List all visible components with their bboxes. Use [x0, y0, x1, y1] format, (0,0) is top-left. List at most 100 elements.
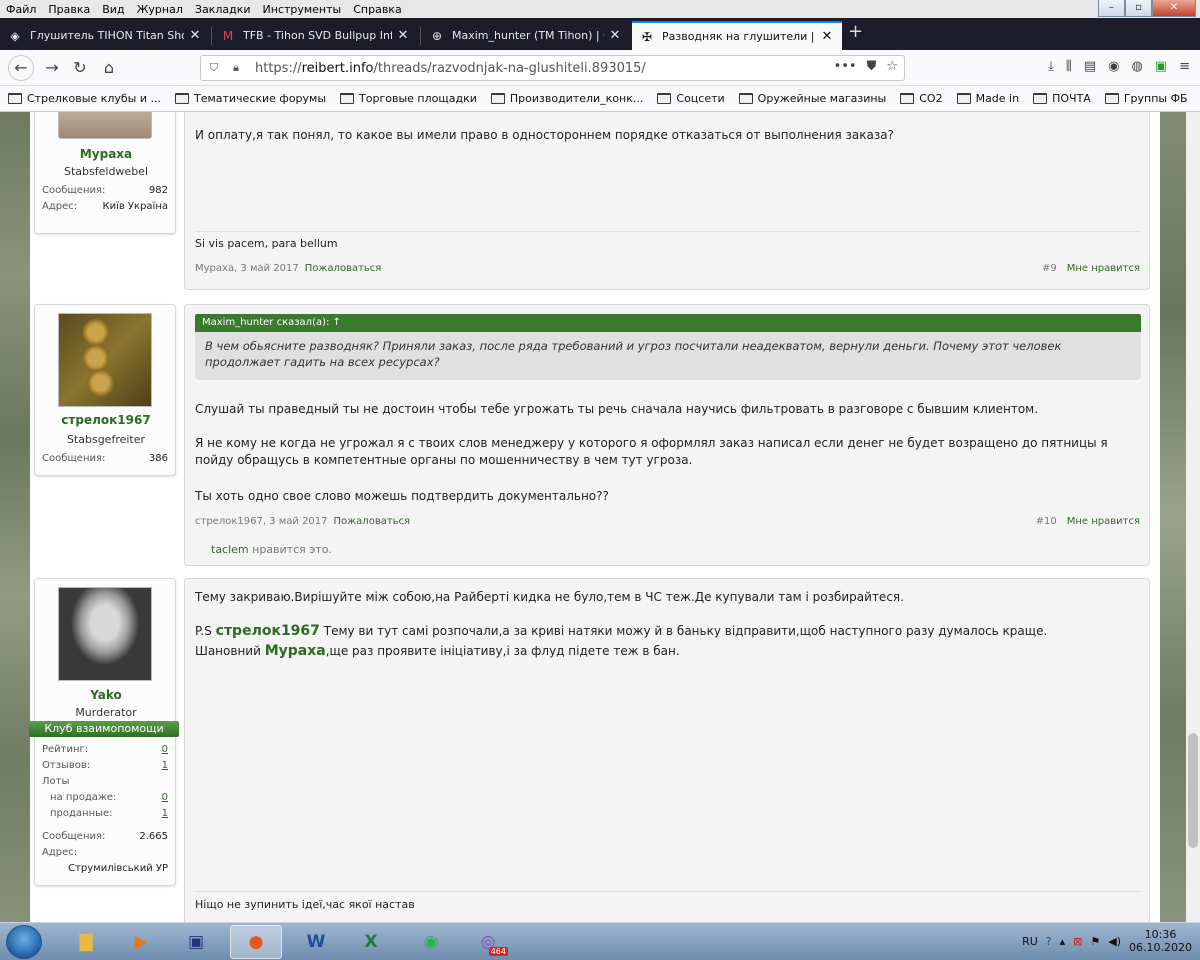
liker-link[interactable]: taclem	[211, 543, 249, 556]
account-icon[interactable]: ◉	[1108, 59, 1119, 74]
tab-tihon-titan[interactable]: ◈ Глушитель TIHON Titan Shot ✕	[0, 21, 210, 50]
bookmark-folder[interactable]: Производители_конк...	[490, 92, 643, 105]
likes-summary: taclem нравится это.	[211, 543, 332, 556]
close-tab-icon[interactable]: ✕	[396, 28, 410, 43]
bookmark-folder[interactable]: Made in	[956, 92, 1019, 105]
username[interactable]: Yako	[35, 688, 177, 702]
folder-icon	[1033, 93, 1048, 104]
address-bar[interactable]: ⛉ 🔒︎ https://reibert.info/threads/razvod…	[200, 55, 905, 81]
menu-bookmarks[interactable]: Закладки	[189, 3, 257, 16]
username[interactable]: Мураха	[35, 147, 177, 161]
menu-history[interactable]: Журнал	[131, 3, 189, 16]
author-date[interactable]: стрелок1967, 3 май 2017	[195, 516, 328, 527]
rating-link[interactable]: 0	[162, 744, 168, 755]
user-title: Stabsfeldwebel	[64, 165, 148, 178]
report-link[interactable]: Пожаловаться	[334, 516, 411, 527]
start-button[interactable]	[6, 925, 42, 959]
bookmark-folder[interactable]: Торговые площадки	[340, 92, 477, 105]
report-link[interactable]: Пожаловаться	[305, 263, 382, 274]
library-icon[interactable]: ⫼	[1066, 59, 1072, 74]
whatsapp-icon[interactable]: ◉	[405, 925, 457, 959]
bookmark-folder[interactable]: ПОЧТА	[1033, 92, 1091, 105]
viber-icon[interactable]: ◎ 464	[462, 925, 514, 959]
action-center-icon[interactable]: ⚑	[1090, 935, 1100, 948]
extension-icon[interactable]: ▣	[1155, 59, 1167, 74]
gmail-icon: M	[222, 28, 234, 43]
menu-edit[interactable]: Правка	[42, 3, 96, 16]
shield-icon[interactable]: ⛉	[205, 61, 223, 75]
tab-maxim-hunter[interactable]: ⊕ Maxim_hunter (TM Tihon) | Стр ✕	[422, 21, 630, 50]
user-card: Мураха Stabsfeldwebel Сообщения: 982 Адре…	[34, 112, 176, 234]
help-icon[interactable]: ?	[1046, 935, 1052, 948]
page-actions-icon[interactable]: •••	[834, 59, 857, 74]
close-tab-icon[interactable]: ✕	[608, 28, 622, 43]
bookmark-folder[interactable]: Соцсети	[657, 92, 725, 105]
network-icon[interactable]: ⊠	[1073, 935, 1082, 948]
post-number[interactable]: #9	[1042, 263, 1057, 274]
close-window-button[interactable]: ✕	[1152, 0, 1196, 17]
menu-view[interactable]: Вид	[96, 3, 130, 16]
menu-help[interactable]: Справка	[347, 3, 407, 16]
home-icon[interactable]: ⌂	[97, 57, 121, 79]
media-player-icon[interactable]: ▶	[115, 925, 167, 959]
word-icon[interactable]: W	[290, 925, 342, 959]
quote-header[interactable]: Maxim_hunter сказал(а): ↑	[195, 314, 1141, 332]
like-link[interactable]: Мне нравится	[1067, 516, 1140, 527]
reload-icon[interactable]: ↻	[68, 57, 92, 79]
like-link[interactable]: Мне нравится	[1067, 263, 1140, 274]
excel-icon[interactable]: X	[345, 925, 397, 959]
pocket-icon[interactable]: ⛊	[867, 59, 877, 74]
explorer-icon[interactable]: ▇	[60, 925, 112, 959]
close-tab-icon[interactable]: ✕	[188, 28, 202, 43]
menu-icon[interactable]: ≡	[1179, 59, 1190, 74]
restore-button[interactable]: ▫	[1125, 0, 1152, 17]
tray-expand-icon[interactable]: ▴	[1060, 935, 1066, 948]
bookmark-folder[interactable]: Группы ФБ	[1104, 92, 1188, 105]
close-tab-icon[interactable]: ✕	[820, 29, 834, 44]
username[interactable]: стрелок1967	[35, 413, 177, 427]
download-icon[interactable]: ⤓	[1048, 59, 1054, 74]
system-tray: RU ? ▴ ⊠ ⚑ ◀) 10:36 06.10.2020	[1022, 922, 1200, 960]
menu-file[interactable]: Файл	[0, 3, 42, 16]
lots-on-sale-link[interactable]: 0	[162, 792, 168, 803]
bookmark-folder[interactable]: Стрелковые клубы и ...	[8, 92, 161, 105]
sidebar-icon[interactable]: ▤	[1084, 59, 1096, 74]
vpn-globe-icon[interactable]: ◍	[1131, 59, 1142, 74]
mention-link[interactable]: стрелок1967	[216, 623, 320, 639]
save-app-icon[interactable]: ▣	[170, 925, 222, 959]
new-tab-button[interactable]: +	[848, 21, 863, 42]
user-title: Murderator	[75, 706, 137, 719]
bookmark-folder[interactable]: Тематические форумы	[174, 92, 326, 105]
avatar[interactable]	[58, 313, 152, 407]
menu-tools[interactable]: Инструменты	[257, 3, 348, 16]
club-badge[interactable]: Клуб взаимопомощи	[29, 721, 179, 737]
scrollbar-thumb[interactable]	[1188, 733, 1198, 848]
user-card: Yako Murderator Клуб взаимопомощи Рейтин…	[29, 578, 179, 886]
post-number[interactable]: #10	[1036, 516, 1057, 527]
post-meta: Мураха, 3 май 2017 Пожаловаться	[195, 263, 381, 274]
mention-link[interactable]: Мураха	[265, 643, 326, 659]
lots-sold-link[interactable]: 1	[162, 808, 168, 819]
post-meta: стрелок1967, 3 май 2017 Пожаловаться	[195, 516, 410, 527]
language-indicator[interactable]: RU	[1022, 935, 1038, 948]
bookmark-folder[interactable]: CO2	[900, 92, 943, 105]
url-text[interactable]: https://reibert.info/threads/razvodnjak-…	[255, 61, 646, 76]
reviews-link[interactable]: 1	[162, 760, 168, 771]
clock[interactable]: 10:36 06.10.2020	[1129, 928, 1192, 954]
forward-icon[interactable]: →	[40, 57, 64, 79]
volume-icon[interactable]: ◀)	[1108, 935, 1121, 948]
avatar[interactable]	[58, 112, 152, 139]
lock-icon[interactable]: 🔒︎	[227, 61, 245, 75]
bookmark-folder[interactable]: Оружейные магазины	[738, 92, 886, 105]
firefox-icon[interactable]: ●	[230, 925, 282, 959]
user-title: Stabsgefreiter	[66, 433, 146, 446]
minimize-button[interactable]: –	[1098, 0, 1125, 17]
folder-icon	[490, 93, 505, 104]
signature-divider	[195, 891, 1141, 892]
author-date[interactable]: Мураха, 3 май 2017	[195, 263, 299, 274]
tab-razvodnjak[interactable]: ✠ Разводняк на глушители | REIB ✕	[632, 21, 842, 50]
bookmark-star-icon[interactable]: ☆	[886, 59, 898, 74]
tab-tfb[interactable]: M TFB - Tihon SVD Bullpup Inform ✕	[213, 21, 418, 50]
avatar[interactable]	[58, 587, 152, 681]
back-icon[interactable]: ←	[8, 55, 34, 81]
